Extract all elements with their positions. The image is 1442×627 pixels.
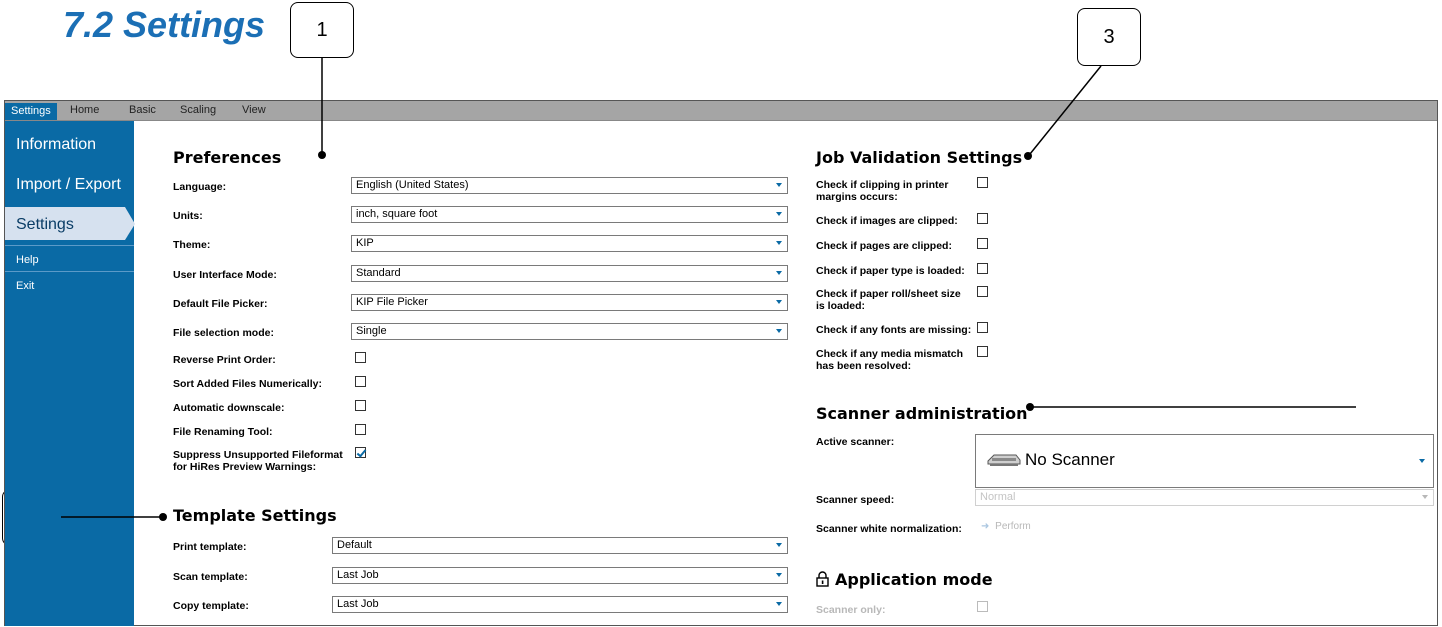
callout-leader-lines [61, 58, 1356, 521]
